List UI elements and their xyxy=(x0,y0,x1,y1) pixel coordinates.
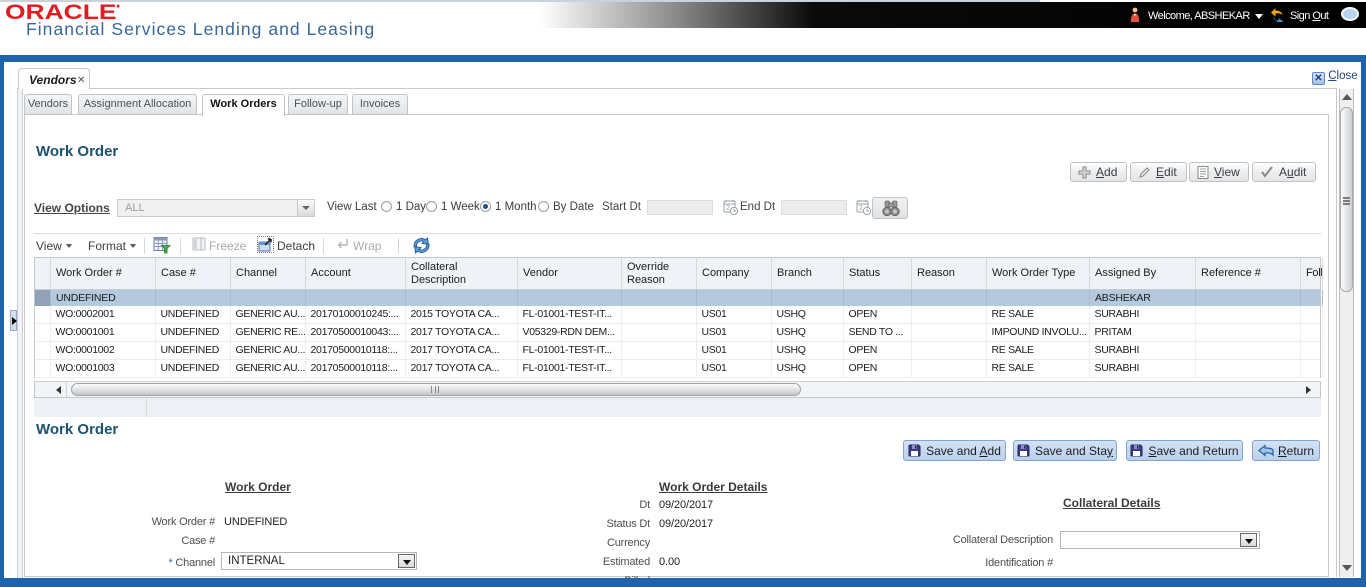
svg-text:2: 2 xyxy=(726,205,730,212)
svg-text:2: 2 xyxy=(859,205,863,212)
